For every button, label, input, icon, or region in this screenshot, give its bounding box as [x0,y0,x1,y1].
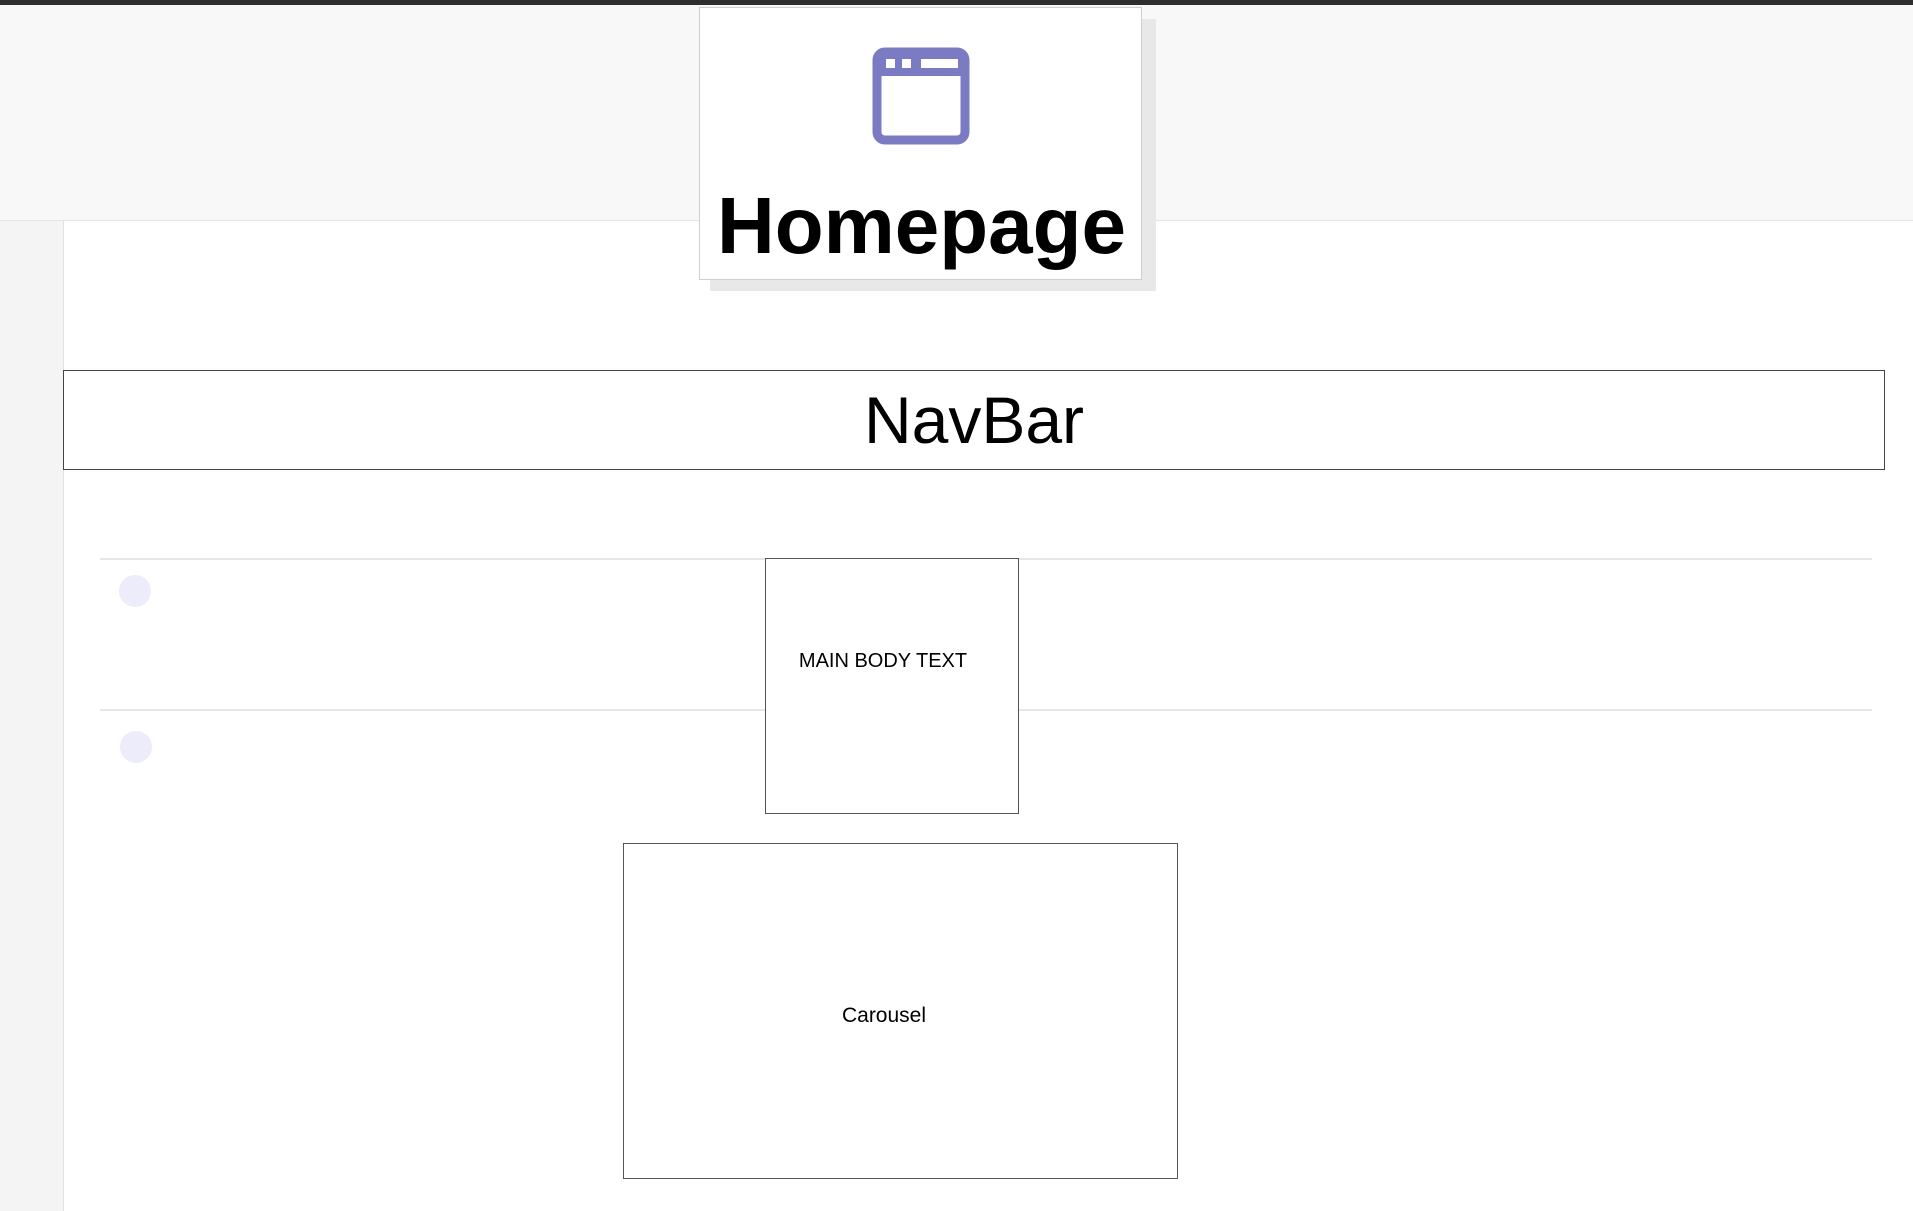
left-gutter [0,221,64,1211]
lane-handle-dot[interactable] [119,575,151,607]
carousel-label: Carousel [841,1004,927,1027]
navbar-box[interactable]: NavBar [63,370,1885,470]
carousel-box[interactable]: Carousel [623,843,1178,1179]
diagram-canvas: Homepage NavBar MAIN BODY TEXT Carousel [0,0,1913,1211]
page-title: Homepage [717,181,1126,270]
lane-handle-dot[interactable] [120,731,152,763]
page-card[interactable]: Homepage [699,7,1142,280]
main-body-label: MAIN BODY TEXT [798,650,968,672]
browser-window-icon [872,47,970,145]
navbar-label: NavBar [863,383,1085,457]
main-body-box[interactable]: MAIN BODY TEXT [765,558,1019,814]
